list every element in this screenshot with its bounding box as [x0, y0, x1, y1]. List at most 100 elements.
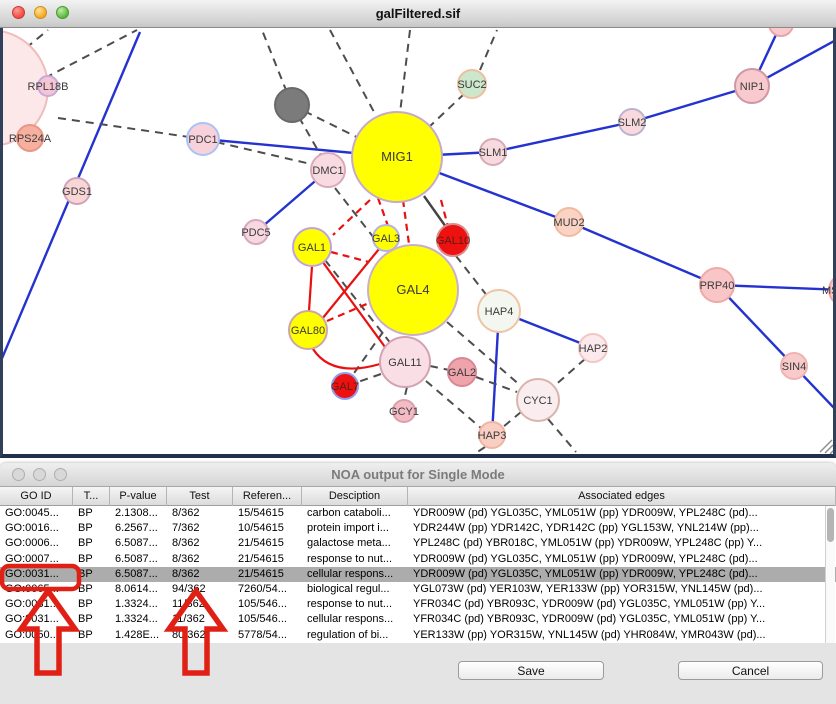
network-edge [331, 252, 369, 262]
node-label: MIG1 [381, 149, 413, 164]
network-edge [480, 30, 497, 70]
network-edge [58, 118, 203, 139]
cell-test: 8/362 [167, 536, 233, 551]
column-header[interactable]: Test [167, 487, 233, 506]
cell-p_value: 8.0614... [110, 582, 167, 597]
cell-description: carbon cataboli... [302, 506, 408, 521]
node-label: GAL2 [448, 367, 476, 379]
cancel-button[interactable]: Cancel [678, 661, 823, 680]
cell-p_value: 1.428E... [110, 628, 167, 643]
node[interactable] [275, 88, 309, 122]
cell-description: protein import i... [302, 521, 408, 536]
network-edge [503, 412, 521, 427]
table-row[interactable]: GO:0045...BP2.1308...8/36215/54615carbon… [0, 506, 836, 521]
table-row[interactable]: GO:0031...BP6.5087...8/36221/54615cellul… [0, 567, 836, 582]
resize-grip-icon[interactable] [820, 440, 833, 454]
vertical-scrollbar[interactable] [825, 506, 835, 643]
network-edge [473, 447, 485, 454]
column-header[interactable]: P-value [110, 487, 167, 506]
noa-titlebar[interactable]: NOA output for Single Mode [0, 463, 836, 487]
cell-p_value: 1.3324... [110, 612, 167, 627]
cell-go_id: GO:0031... [0, 612, 73, 627]
node-label: HAP4 [485, 306, 514, 318]
node-label: SIN4 [782, 361, 806, 373]
network-edge [378, 198, 388, 226]
cell-type: BP [73, 582, 110, 597]
screen: galFiltered.sif RPL18BRPS24AGDS1PDC1PDC5… [0, 0, 836, 704]
network-edge [404, 387, 407, 400]
cell-test: 80/362 [167, 628, 233, 643]
cell-type: BP [73, 506, 110, 521]
node-label: GDS1 [62, 186, 92, 198]
network-edge [632, 86, 752, 122]
column-header[interactable]: Desciption [302, 487, 408, 506]
node-label: PRP40 [700, 280, 735, 292]
node-label: DMC1 [312, 165, 343, 177]
cell-description: cellular respons... [302, 567, 408, 582]
cell-p_value: 6.5087... [110, 567, 167, 582]
network-graph[interactable]: RPL18BRPS24AGDS1PDC1PDC5DMC1MIG1SUC2SLM1… [3, 28, 833, 454]
column-header[interactable]: T... [73, 487, 110, 506]
cell-reference: 15/54615 [233, 506, 302, 521]
network-nodes[interactable]: RPL18BRPS24AGDS1PDC1PDC5DMC1MIG1SUC2SLM1… [3, 28, 833, 448]
cell-test: 94/362 [167, 582, 233, 597]
cell-type: BP [73, 536, 110, 551]
node-label: GAL1 [298, 242, 326, 254]
network-edge [203, 139, 328, 168]
table-row[interactable]: GO:0006...BP6.5087...8/36221/54615galact… [0, 536, 836, 551]
cell-type: BP [73, 597, 110, 612]
save-button[interactable]: Save [458, 661, 604, 680]
cell-go_id: GO:0016... [0, 521, 73, 536]
node-label: MSI [822, 285, 833, 297]
cell-type: BP [73, 521, 110, 536]
cell-description: response to nut... [302, 597, 408, 612]
node-label: MUD2 [553, 217, 584, 229]
cell-reference: 105/546... [233, 612, 302, 627]
node-label: CYC1 [523, 395, 552, 407]
cell-reference: 21/54615 [233, 536, 302, 551]
network-canvas[interactable]: RPL18BRPS24AGDS1PDC1PDC5DMC1MIG1SUC2SLM1… [0, 28, 836, 458]
cell-description: galactose meta... [302, 536, 408, 551]
node-label: GAL80 [291, 325, 325, 337]
cell-reference: 21/54615 [233, 567, 302, 582]
cell-description: biological regul... [302, 582, 408, 597]
table-row[interactable]: GO:0031...BP1.3324...11/362105/546...cel… [0, 612, 836, 627]
network-edge [476, 377, 517, 392]
scrollbar-thumb[interactable] [827, 508, 834, 542]
cell-edges: YGL073W (pd) YER103W, YER133W (pp) YOR31… [408, 582, 836, 597]
table-row[interactable]: GO:0031...BP1.3324...11/362105/546...res… [0, 597, 836, 612]
network-edge [569, 222, 717, 285]
cell-edges: YDR009W (pd) YGL035C, YML051W (pp) YDR00… [408, 506, 836, 521]
cell-test: 7/362 [167, 521, 233, 536]
window-title: galFiltered.sif [0, 0, 836, 28]
network-edge [426, 381, 481, 428]
cell-type: BP [73, 628, 110, 643]
node-label: PDC5 [241, 227, 270, 239]
column-header[interactable]: GO ID [0, 487, 73, 506]
table-row[interactable]: GO:0050...BP1.428E...80/3625778/54...reg… [0, 628, 836, 643]
column-header[interactable]: Referen... [233, 487, 302, 506]
cell-description: cellular respons... [302, 612, 408, 627]
node[interactable] [769, 28, 793, 36]
table-row[interactable]: GO:0007...BP6.5087...8/36221/54615respon… [0, 552, 836, 567]
cell-go_id: GO:0006... [0, 536, 73, 551]
cell-reference: 21/54615 [233, 552, 302, 567]
table-row[interactable]: GO:0065...BP8.0614...94/3627260/54...bio… [0, 582, 836, 597]
cell-reference: 7260/54... [233, 582, 302, 597]
cell-go_id: GO:0050... [0, 628, 73, 643]
cell-edges: YER133W (pp) YOR315W, YNL145W (pd) YHR08… [408, 628, 836, 643]
cell-edges: YFR034C (pd) YBR093C, YDR009W (pd) YGL03… [408, 597, 836, 612]
node-label: GAL7 [331, 381, 359, 393]
network-edge [548, 419, 576, 452]
table-row[interactable]: GO:0016...BP6.2567...7/36210/54615protei… [0, 521, 836, 536]
cell-test: 8/362 [167, 567, 233, 582]
cell-edges: YFR034C (pd) YBR093C, YDR009W (pd) YGL03… [408, 612, 836, 627]
cell-reference: 5778/54... [233, 628, 302, 643]
network-edge [493, 122, 632, 152]
node-label: HAP2 [579, 343, 608, 355]
node-label: RPL18B [28, 81, 69, 93]
node-label: GAL4 [396, 282, 429, 297]
network-titlebar[interactable]: galFiltered.sif [0, 0, 836, 28]
column-header[interactable]: Associated edges [408, 487, 836, 506]
cell-type: BP [73, 552, 110, 567]
